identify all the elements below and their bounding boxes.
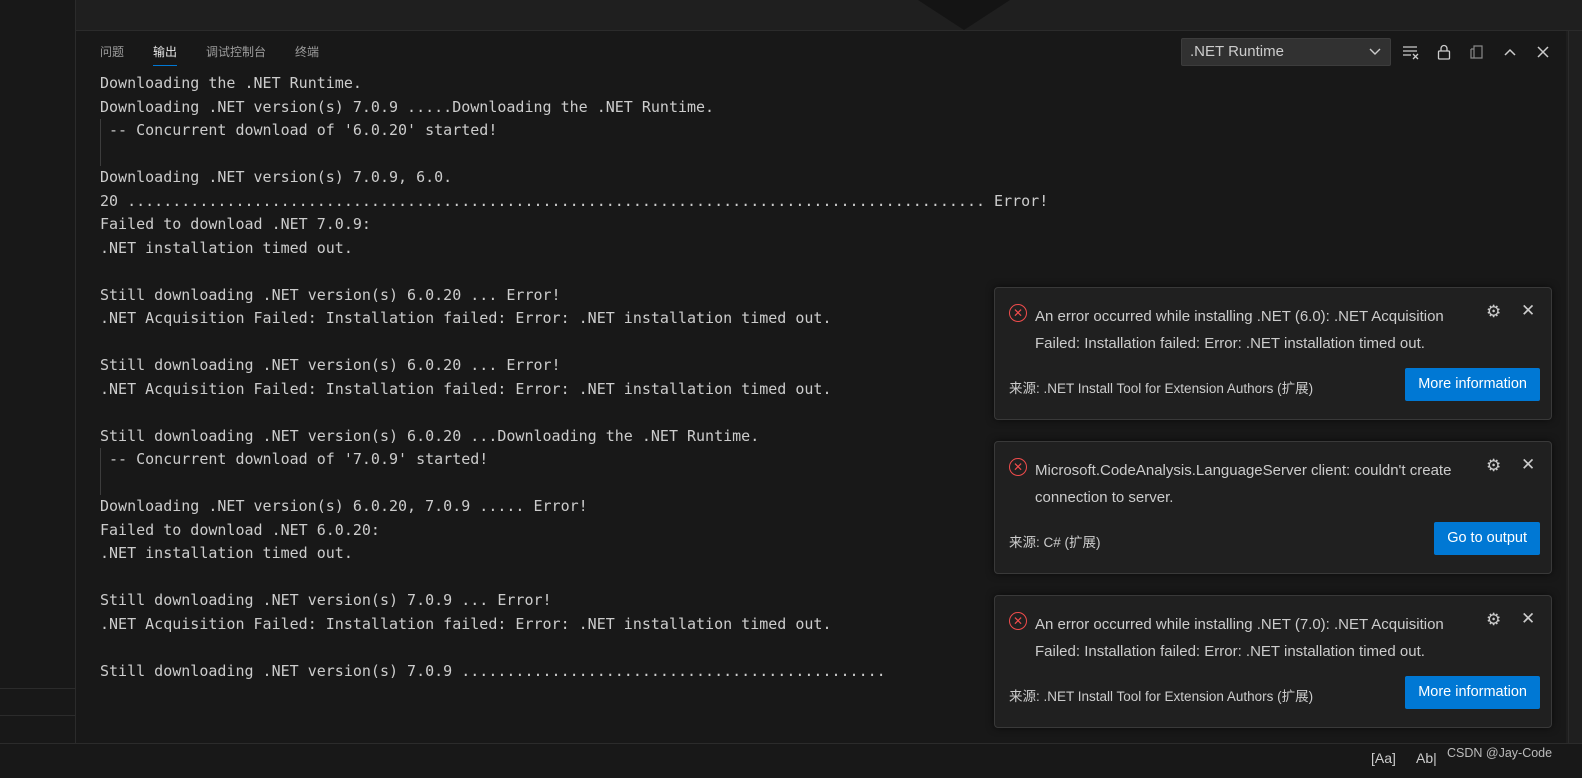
editor-area bbox=[76, 0, 1582, 31]
notification-toast: ✕ An error occurred while installing .NE… bbox=[994, 595, 1552, 728]
indent-guide bbox=[100, 448, 101, 495]
notification-message: An error occurred while installing .NET … bbox=[1035, 616, 1444, 660]
close-icon[interactable]: ✕ bbox=[1521, 455, 1535, 475]
error-icon: ✕ bbox=[1009, 458, 1027, 476]
notification-message: Microsoft.CodeAnalysis.LanguageServer cl… bbox=[1035, 462, 1452, 506]
lock-scroll-icon[interactable] bbox=[1431, 40, 1457, 64]
indent-guide bbox=[100, 119, 101, 166]
notification-toast: ✕ An error occurred while installing .NE… bbox=[994, 287, 1552, 420]
tab-output[interactable]: 输出 bbox=[153, 43, 178, 66]
notification-toast: ✕ Microsoft.CodeAnalysis.LanguageServer … bbox=[994, 441, 1552, 574]
gear-icon[interactable]: ⚙ bbox=[1486, 610, 1501, 630]
vertical-scrollbar[interactable] bbox=[1568, 31, 1582, 743]
gear-icon[interactable]: ⚙ bbox=[1486, 456, 1501, 476]
open-log-icon[interactable] bbox=[1464, 40, 1490, 64]
notification-source: 来源: .NET Install Tool for Extension Auth… bbox=[1009, 381, 1314, 396]
chevron-up-icon[interactable] bbox=[1497, 40, 1523, 64]
output-line: .NET installation timed out. bbox=[100, 238, 353, 257]
notification-source: 来源: C# (扩展) bbox=[1009, 535, 1101, 550]
tab-debug-console[interactable]: 调试控制台 bbox=[206, 43, 266, 66]
panel-actions bbox=[1398, 40, 1563, 64]
error-icon: ✕ bbox=[1009, 304, 1027, 322]
output-line: Failed to download .NET 7.0.9: bbox=[100, 215, 371, 233]
close-icon[interactable]: ✕ bbox=[1521, 301, 1535, 321]
output-line: -- Concurrent download of '6.0.20' start… bbox=[100, 121, 498, 139]
tab-terminal[interactable]: 终端 bbox=[295, 43, 319, 66]
sidebar bbox=[0, 0, 76, 777]
match-case-toggle[interactable]: [Aa] bbox=[1371, 750, 1396, 766]
close-icon[interactable] bbox=[1530, 40, 1556, 64]
more-information-button[interactable]: More information bbox=[1405, 368, 1540, 401]
gear-icon[interactable]: ⚙ bbox=[1486, 302, 1501, 322]
output-line: Downloading the .NET Runtime. bbox=[100, 74, 362, 92]
more-information-button[interactable]: More information bbox=[1405, 676, 1540, 709]
notification-source: 来源: .NET Install Tool for Extension Auth… bbox=[1009, 689, 1314, 704]
whole-word-toggle[interactable]: Ab| bbox=[1416, 750, 1437, 766]
go-to-output-button[interactable]: Go to output bbox=[1434, 522, 1540, 555]
output-line: Downloading .NET version(s) 7.0.9 .....D… bbox=[100, 97, 715, 116]
output-line: 20 .....................................… bbox=[100, 191, 1049, 210]
output-line: Downloading .NET version(s) 7.0.9, 6.0. bbox=[100, 168, 453, 186]
error-icon: ✕ bbox=[1009, 612, 1027, 630]
watermark: CSDN @Jay-Code bbox=[1447, 746, 1553, 760]
clear-output-icon[interactable] bbox=[1398, 40, 1424, 64]
tab-problems[interactable]: 问题 bbox=[100, 43, 124, 66]
status-bar: [Aa] Ab| CSDN @Jay-Code bbox=[0, 743, 1582, 778]
panel-tabs: 问题 输出 调试控制台 终端 bbox=[100, 43, 348, 66]
sidebar-divider bbox=[0, 715, 75, 716]
sidebar-divider bbox=[0, 688, 75, 689]
output-channel-select[interactable]: .NET Runtime bbox=[1181, 38, 1391, 66]
close-icon[interactable]: ✕ bbox=[1521, 609, 1535, 629]
chevron-down-icon bbox=[1368, 39, 1382, 74]
notification-message: An error occurred while installing .NET … bbox=[1035, 308, 1444, 352]
editor-watermark-shape bbox=[918, 0, 1010, 30]
output-channel-value: .NET Runtime bbox=[1190, 43, 1284, 60]
